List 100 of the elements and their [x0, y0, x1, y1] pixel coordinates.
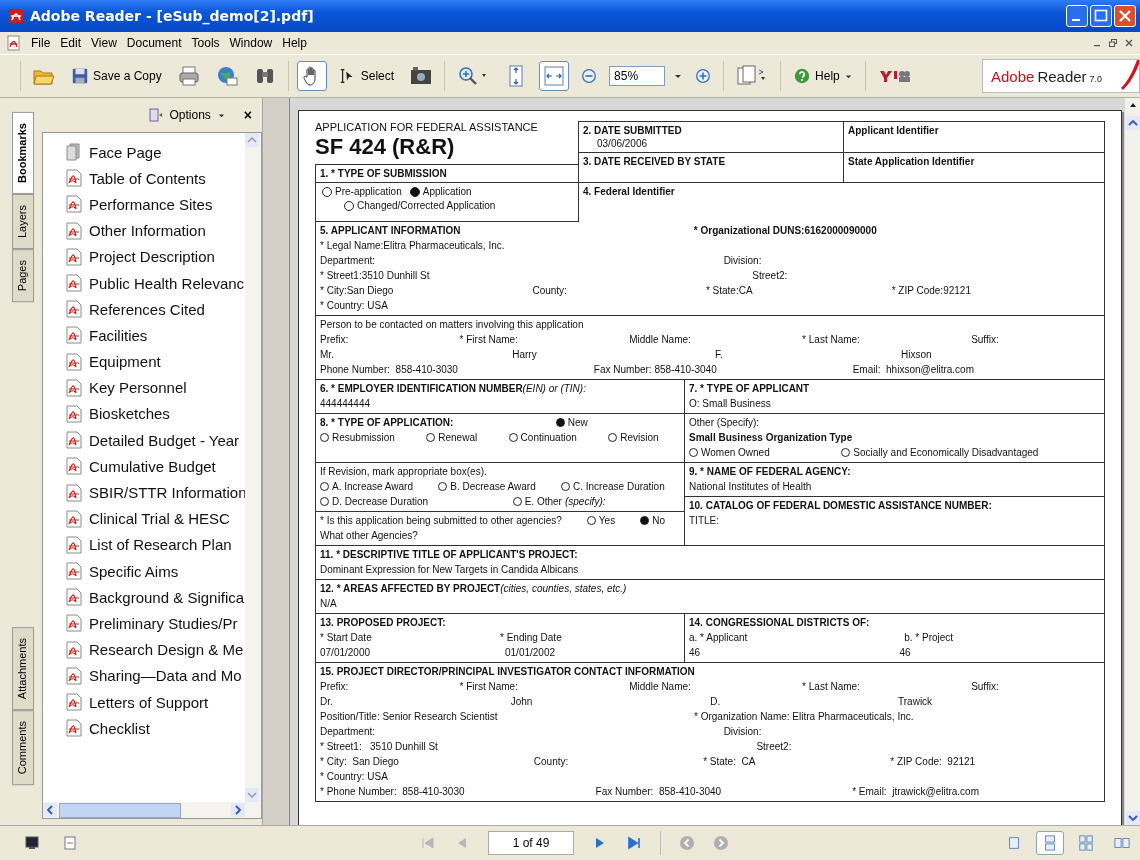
bookmark-item[interactable]: Face Page: [89, 143, 162, 161]
radio-option[interactable]: Socially and Economically Disadvantaged: [841, 445, 1100, 460]
bookmark-item[interactable]: Facilities: [89, 326, 148, 344]
document-scrollbar[interactable]: [1125, 98, 1140, 825]
close-panel-button[interactable]: ×: [241, 107, 254, 123]
bookmark-item[interactable]: Sharing—Data and Mo: [89, 667, 242, 685]
section-heading: State Application Identifier: [848, 155, 976, 169]
bookmark-item[interactable]: Clinical Trial & HESC: [89, 510, 230, 528]
side-tab[interactable]: Pages: [12, 248, 34, 303]
section-heading: 13. PROPOSED PROJECT:: [320, 615, 447, 630]
bookmark-item[interactable]: Key Personnel: [89, 379, 187, 397]
vertical-scrollbar[interactable]: [245, 133, 261, 802]
maximize-button[interactable]: [1090, 5, 1112, 27]
bookmark-item[interactable]: Checklist: [89, 719, 150, 737]
horizontal-scrollbar[interactable]: [43, 802, 261, 818]
form-text: Hixson: [901, 347, 933, 362]
bookmark-item[interactable]: Letters of Support: [89, 693, 209, 711]
form-text: * Country: USA: [320, 298, 389, 313]
scroll-up-icon[interactable]: [1125, 116, 1140, 130]
page-icon[interactable]: [62, 835, 78, 851]
close-icon[interactable]: [1124, 38, 1134, 48]
radio-option[interactable]: D. Decrease Duration: [320, 494, 503, 509]
document-icon: [6, 35, 22, 51]
scroll-up-icon[interactable]: [245, 133, 259, 147]
scroll-left-icon[interactable]: [43, 803, 57, 817]
form-text: County:: [533, 754, 570, 769]
side-tab[interactable]: Bookmarks: [12, 112, 34, 194]
restore-icon[interactable]: [1108, 38, 1118, 48]
continuous-icon[interactable]: [1036, 831, 1064, 855]
bookmark-item[interactable]: Equipment: [89, 353, 161, 371]
bookmark-item[interactable]: SBIR/STTR Information: [89, 484, 245, 502]
panel-splitter[interactable]: [262, 98, 290, 825]
scroll-down-icon[interactable]: [1125, 811, 1140, 825]
radio-option[interactable]: Continuation: [508, 430, 599, 445]
form-text: * First Name:: [459, 332, 519, 347]
radio-option[interactable]: Renewal: [426, 430, 499, 445]
side-tab[interactable]: Attachments: [12, 626, 34, 710]
side-tab[interactable]: Comments: [12, 709, 34, 785]
help-icon: [793, 67, 812, 85]
bookmark-item[interactable]: Biosketches: [89, 405, 170, 423]
bookmark-item[interactable]: Detailed Budget - Year: [89, 431, 240, 449]
menu-item[interactable]: Window: [224, 36, 278, 50]
menu-item[interactable]: Help: [277, 36, 312, 50]
fit-width-icon[interactable]: [539, 61, 570, 91]
bookmark-item[interactable]: Cumulative Budget: [89, 457, 216, 475]
radio-option[interactable]: Revision: [608, 430, 680, 445]
section-heading: 14. CONGRESSIONAL DISTRICTS OF:: [689, 615, 871, 630]
scroll-right-icon[interactable]: [231, 803, 245, 817]
radio-option[interactable]: New: [555, 415, 680, 430]
bookmark-item[interactable]: Project Description: [89, 248, 215, 266]
radio-option[interactable]: B. Decrease Award: [438, 479, 551, 494]
help-button[interactable]: Help: [789, 64, 857, 88]
menu-item[interactable]: File: [26, 36, 56, 50]
close-button[interactable]: [1114, 5, 1136, 27]
radio-option[interactable]: Yes: [586, 513, 631, 528]
radio-option[interactable]: E. Other (specify):: [512, 494, 680, 509]
bookmark-item[interactable]: Specific Aims: [89, 562, 179, 580]
radio-option[interactable]: C. Increase Duration: [561, 479, 680, 494]
radio-option[interactable]: A. Increase Award: [320, 479, 429, 494]
menu-item[interactable]: Tools: [186, 36, 225, 50]
bookmark-item[interactable]: Research Design & Me: [89, 641, 244, 659]
bookmark-item[interactable]: Other Information: [89, 222, 206, 240]
section-heading: 8. * TYPE OF APPLICATION:: [320, 415, 455, 430]
scroll-down-icon[interactable]: [245, 788, 259, 802]
radio-option[interactable]: No: [640, 513, 680, 528]
form-text: * Is this application being submitted to other agencies?: [320, 513, 563, 528]
form-title: SF 424 (R&R): [315, 134, 456, 160]
radio-option[interactable]: Application: [409, 185, 472, 199]
select-tool-button[interactable]: Select: [334, 64, 399, 88]
page-number-field[interactable]: 1 of 49: [488, 831, 574, 855]
menu-item[interactable]: Edit: [55, 36, 87, 50]
minimize-button[interactable]: [1066, 5, 1088, 27]
form-text: * Country: USA: [320, 769, 389, 784]
form-text: Mr.: [320, 347, 335, 362]
hand-tool-icon[interactable]: [296, 61, 327, 91]
pdf-icon: [65, 221, 83, 240]
bookmark-item[interactable]: Public Health Relevanc: [89, 274, 245, 292]
save-copy-button[interactable]: Save a Copy: [67, 64, 166, 88]
radio-option[interactable]: Women Owned: [689, 445, 832, 460]
bookmark-item[interactable]: Table of Contents: [89, 169, 206, 187]
menu-item[interactable]: View: [86, 36, 122, 50]
zoom-field[interactable]: 85%: [609, 66, 666, 86]
last-page-icon[interactable]: [626, 835, 642, 851]
options-button[interactable]: Options: [147, 106, 228, 124]
form-text: Division:: [723, 724, 763, 739]
bookmark-item[interactable]: Background & Significa: [89, 588, 245, 606]
radio-option[interactable]: Pre-application: [322, 185, 402, 199]
form-text: John: [510, 694, 534, 709]
bookmark-item[interactable]: Performance Sites: [89, 195, 213, 213]
side-tab[interactable]: Layers: [12, 193, 34, 249]
monitor-icon[interactable]: [24, 835, 40, 851]
radio-option[interactable]: Resubmission: [320, 430, 417, 445]
form-text: b. * Project: [904, 630, 955, 645]
bookmark-item[interactable]: List of Research Plan: [89, 536, 232, 554]
scrollbar-thumb[interactable]: [59, 802, 181, 818]
form-text: * State:CA: [705, 283, 754, 298]
radio-option[interactable]: Changed/Corrected Application: [344, 199, 496, 213]
menu-item[interactable]: Document: [121, 36, 187, 50]
bookmark-item[interactable]: References Cited: [89, 300, 205, 318]
bookmark-item[interactable]: Preliminary Studies/Pr: [89, 614, 238, 632]
